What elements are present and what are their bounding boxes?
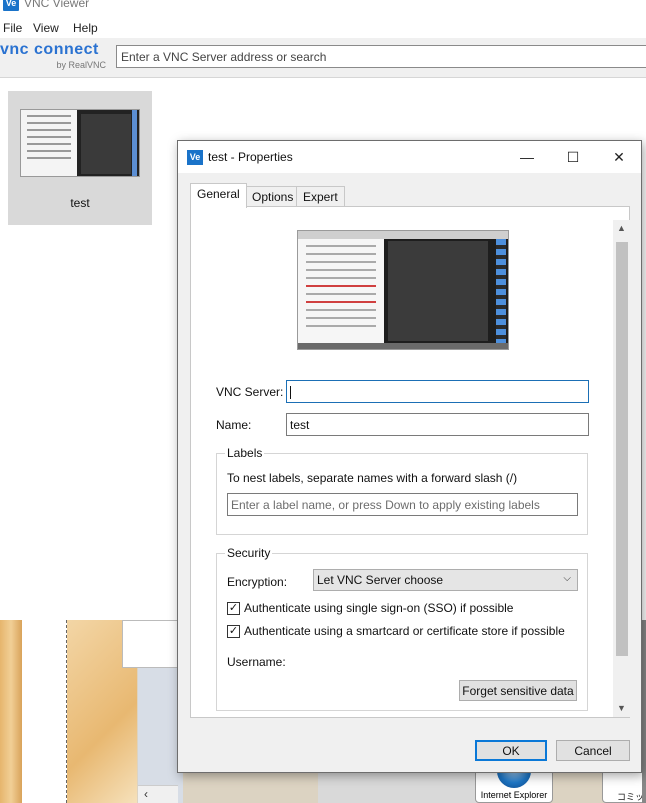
smartcard-checkbox-label: Authenticate using a smartcard or certif… (244, 624, 565, 638)
encryption-label: Encryption: (227, 575, 288, 589)
scroll-down-arrow-icon[interactable]: ▼ (613, 700, 630, 717)
sso-checkbox-label: Authenticate using single sign-on (SSO) … (244, 601, 514, 615)
encryption-selected-value: Let VNC Server choose (317, 573, 444, 587)
general-tab-panel: VNC Server: Name: test Labels To nest la… (190, 206, 630, 718)
maximize-button[interactable]: ☐ (550, 141, 596, 173)
desktop-preview-image (297, 230, 509, 350)
desktop-wallpaper-strip (0, 620, 22, 803)
shortcut-label: コミック (617, 792, 645, 802)
connection-label: test (70, 196, 90, 210)
vnc-app-icon: Ve (187, 150, 203, 165)
scroll-up-arrow-icon[interactable]: ▲ (613, 220, 630, 237)
shortcut-label: Internet Explorer (480, 790, 548, 800)
scroll-left-arrow-icon[interactable]: ‹ (138, 786, 178, 802)
desktop-window-edge (22, 620, 67, 803)
properties-dialog: Ve test - Properties — ☐ ✕ General Optio… (177, 140, 642, 773)
viewer-title: VNC Viewer (24, 0, 90, 10)
vnc-connect-logo: vnc connect by RealVNC (0, 41, 110, 71)
menubar: File View Help (0, 18, 646, 38)
smartcard-checkbox[interactable]: ✓ (227, 625, 240, 638)
logo-wordmark: vnc connect (0, 41, 99, 58)
logo-subtitle: by RealVNC (56, 60, 106, 70)
encryption-select[interactable]: Let VNC Server choose ⌵ (313, 569, 578, 591)
menu-file[interactable]: File (3, 21, 22, 35)
scrollbar-thumb[interactable] (616, 242, 628, 656)
chevron-down-icon: ⌵ (563, 573, 571, 584)
labels-group: Labels To nest labels, separate names wi… (216, 446, 588, 535)
username-label: Username: (227, 655, 286, 669)
labels-group-title: Labels (225, 446, 265, 460)
ok-button[interactable]: OK (475, 740, 547, 761)
dialog-titlebar: Ve test - Properties — ☐ ✕ (178, 141, 641, 173)
name-input[interactable]: test (286, 413, 589, 436)
connection-thumbnail (20, 109, 140, 177)
name-label: Name: (216, 418, 252, 432)
security-group: Security Encryption: Let VNC Server choo… (216, 546, 588, 711)
menu-help[interactable]: Help (73, 21, 98, 35)
tab-options[interactable]: Options (245, 186, 301, 207)
tab-general[interactable]: General (190, 183, 247, 208)
minimize-button[interactable]: — (504, 141, 550, 173)
desktop-window-fragment (122, 620, 182, 668)
sso-checkbox-row[interactable]: ✓ Authenticate using single sign-on (SSO… (227, 601, 567, 617)
vnc-server-label: VNC Server: (216, 385, 284, 399)
smartcard-checkbox-row[interactable]: ✓ Authenticate using a smartcard or cert… (227, 624, 577, 640)
connection-tile[interactable]: test (8, 91, 152, 225)
security-group-title: Security (225, 546, 273, 560)
desktop-window-fragment (318, 773, 478, 803)
vertical-scrollbar[interactable]: ▲ ▼ (613, 220, 630, 717)
cancel-button[interactable]: Cancel (556, 740, 630, 761)
tab-expert[interactable]: Expert (296, 186, 345, 207)
vnc-server-input[interactable] (286, 380, 589, 403)
label-input[interactable]: Enter a label name, or press Down to app… (227, 493, 578, 516)
server-search-input[interactable]: Enter a VNC Server address or search (116, 45, 646, 68)
viewer-titlebar: Ve VNC Viewer (0, 0, 646, 14)
horizontal-scrollbar[interactable]: ‹ (138, 785, 178, 803)
labels-hint: To nest labels, separate names with a fo… (227, 471, 518, 485)
forget-sensitive-data-button[interactable]: Forget sensitive data (459, 680, 577, 701)
text-caret (290, 386, 291, 400)
viewer-toolbar: vnc connect by RealVNC Enter a VNC Serve… (0, 38, 646, 78)
close-button[interactable]: ✕ (596, 141, 642, 173)
menu-view[interactable]: View (33, 21, 59, 35)
vnc-app-icon: Ve (3, 0, 19, 11)
dialog-title: test - Properties (208, 150, 293, 164)
desktop-edge (642, 620, 646, 803)
sso-checkbox[interactable]: ✓ (227, 602, 240, 615)
